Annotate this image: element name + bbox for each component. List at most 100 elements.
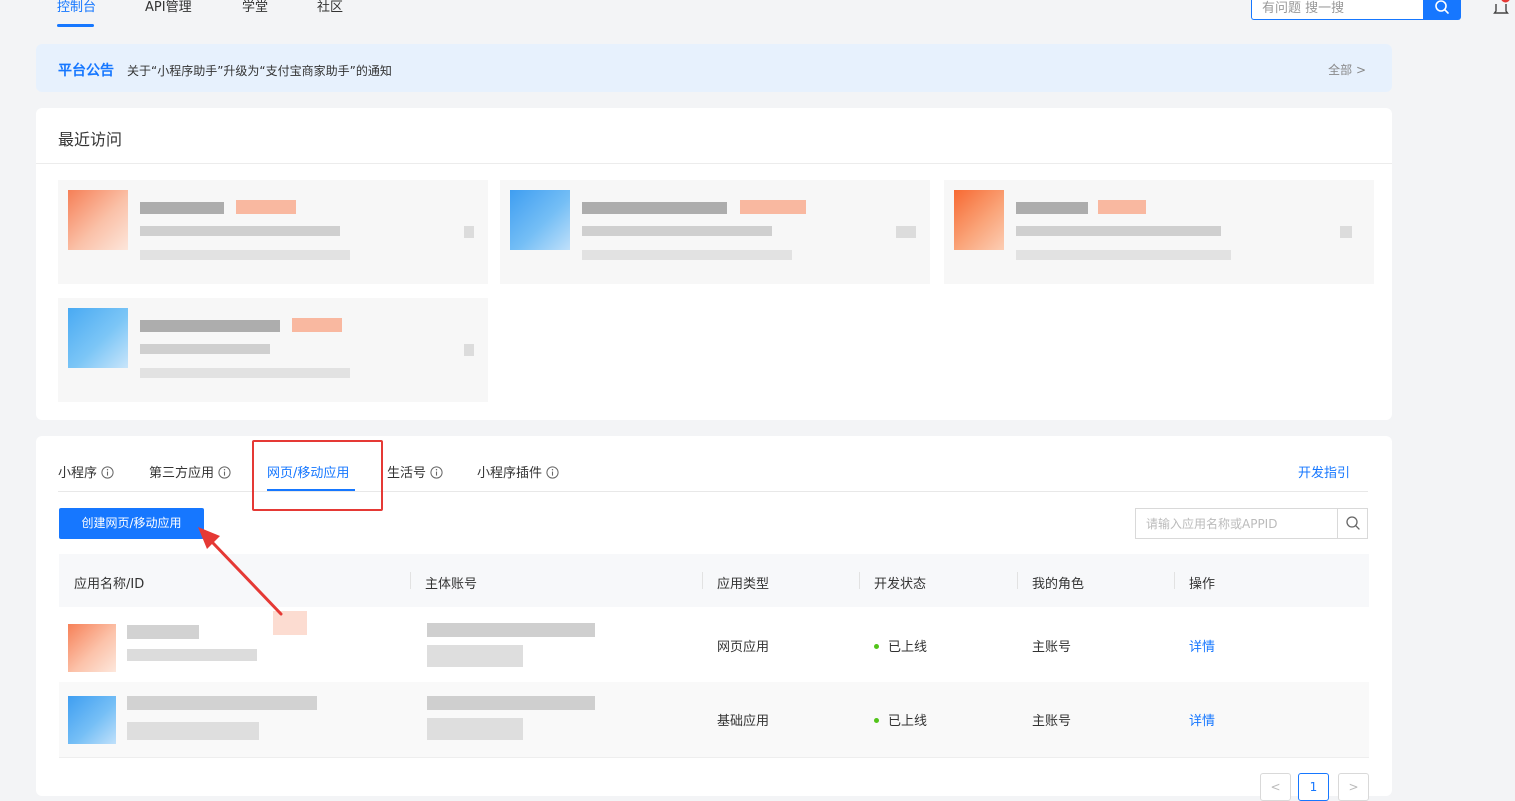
blurred-text — [127, 649, 257, 661]
tab-label: 第三方应用 — [149, 466, 215, 481]
notice-title: 平台公告 — [58, 63, 114, 79]
detail-link[interactable]: 详情 — [1189, 710, 1215, 729]
annotation-highlight-box — [252, 440, 383, 511]
dev-guide-link[interactable]: 开发指引 — [1298, 462, 1350, 481]
blurred-text — [427, 645, 523, 667]
recent-app-tile[interactable] — [944, 180, 1374, 284]
app-type: 基础应用 — [717, 714, 770, 729]
recent-app-tile[interactable] — [500, 180, 930, 284]
status-online-dot — [874, 644, 879, 649]
blurred-text — [140, 226, 340, 236]
search-icon — [1346, 516, 1360, 530]
info-icon — [101, 466, 114, 479]
tab-third-party-app[interactable]: 第三方应用 — [149, 462, 231, 481]
row-divider — [59, 757, 1369, 758]
blurred-text — [127, 696, 317, 710]
app-type: 网页应用 — [717, 640, 770, 655]
blurred-mark — [1340, 226, 1352, 238]
blurred-tag — [1098, 200, 1146, 214]
blurred-text — [1016, 202, 1088, 214]
column-header: 操作 — [1189, 577, 1216, 592]
recent-app-tile[interactable] — [58, 298, 488, 402]
app-search-input[interactable] — [1146, 515, 1336, 533]
app-search-button[interactable] — [1337, 509, 1368, 538]
blurred-text — [582, 202, 727, 214]
app-avatar — [68, 624, 116, 672]
platform-notice-bar: 平台公告 关于“小程序助手”升级为“支付宝商家助手”的通知 全部 > — [36, 44, 1392, 92]
blurred-text — [140, 202, 224, 214]
nav-item-api[interactable]: API管理 — [145, 0, 192, 16]
table-row: 网页应用 已上线 主账号 详情 — [59, 607, 1369, 682]
app-avatar — [68, 308, 128, 368]
blurred-tag — [292, 318, 342, 332]
column-header: 开发状态 — [874, 577, 927, 592]
dev-status-label: 已上线 — [888, 714, 928, 729]
blurred-text — [140, 320, 280, 332]
column-separator — [1174, 572, 1175, 589]
pagination-prev[interactable]: < — [1260, 773, 1291, 801]
nav-item-console[interactable]: 控制台 — [57, 0, 96, 16]
top-search-input[interactable] — [1262, 0, 1412, 18]
bell-icon — [1493, 0, 1510, 14]
status-online-dot — [874, 718, 879, 723]
column-header: 主体账号 — [425, 577, 478, 592]
app-list-card: 小程序 第三方应用 网页/移动应用 生活号 小程序插件 开发指引 创建网页/移动… — [36, 436, 1392, 801]
create-web-mobile-app-button[interactable]: 创建网页/移动应用 — [59, 508, 204, 539]
blurred-text — [127, 625, 199, 639]
divider — [36, 163, 1392, 164]
app-avatar — [68, 696, 116, 744]
blurred-text — [427, 696, 595, 710]
my-role: 主账号 — [1032, 640, 1072, 655]
recent-app-tile[interactable] — [58, 180, 488, 284]
blurred-text — [427, 623, 595, 637]
detail-link[interactable]: 详情 — [1189, 636, 1215, 655]
blurred-text — [1016, 250, 1231, 260]
info-icon — [546, 466, 559, 479]
top-search-button[interactable] — [1423, 0, 1461, 20]
app-avatar — [954, 190, 1004, 250]
nav-item-academy[interactable]: 学堂 — [242, 0, 268, 16]
dev-status: 已上线 — [874, 636, 927, 655]
notice-more-link[interactable]: 全部 > — [1328, 61, 1366, 78]
tab-mini-program[interactable]: 小程序 — [58, 462, 114, 481]
blurred-text — [140, 250, 350, 260]
nav-item-community[interactable]: 社区 — [317, 0, 343, 16]
top-nav: 控制台 API管理 学堂 社区 — [0, 0, 1515, 36]
column-separator — [410, 572, 411, 589]
blurred-mark — [464, 344, 474, 356]
pagination-next[interactable]: > — [1338, 773, 1369, 801]
blurred-text — [427, 718, 523, 740]
table-header: 应用名称/ID 主体账号 应用类型 开发状态 我的角色 操作 — [59, 554, 1369, 607]
blurred-text — [127, 722, 259, 740]
top-search-box[interactable] — [1251, 0, 1423, 20]
pagination-page-current[interactable]: 1 — [1298, 773, 1329, 801]
dev-status-label: 已上线 — [888, 640, 928, 655]
app-avatar — [510, 190, 570, 250]
my-role: 主账号 — [1032, 714, 1072, 729]
column-header: 我的角色 — [1032, 577, 1085, 592]
recent-visits-title: 最近访问 — [58, 130, 123, 149]
column-header: 应用类型 — [717, 577, 770, 592]
tab-label: 生活号 — [387, 466, 427, 481]
search-icon — [1435, 0, 1449, 14]
recent-visits-card: 最近访问 — [36, 108, 1392, 420]
app-search-box[interactable] — [1135, 508, 1368, 539]
blurred-mark — [273, 611, 307, 635]
blurred-text — [582, 250, 792, 260]
tab-mini-program-plugin[interactable]: 小程序插件 — [477, 462, 559, 481]
notification-bell[interactable] — [1492, 0, 1510, 20]
notice-link[interactable]: 关于“小程序助手”升级为“支付宝商家助手”的通知 — [127, 62, 392, 79]
info-icon — [218, 466, 231, 479]
blurred-text — [1016, 226, 1221, 236]
blurred-tag — [236, 200, 296, 214]
blurred-text — [140, 368, 350, 378]
table-row: 基础应用 已上线 主账号 详情 — [59, 682, 1369, 757]
column-separator — [859, 572, 860, 589]
blurred-mark — [464, 226, 474, 238]
info-icon — [430, 466, 443, 479]
tab-label: 小程序插件 — [477, 466, 543, 481]
tab-life-account[interactable]: 生活号 — [387, 462, 443, 481]
column-header: 应用名称/ID — [74, 577, 145, 592]
app-avatar — [68, 190, 128, 250]
blurred-mark — [896, 226, 916, 238]
